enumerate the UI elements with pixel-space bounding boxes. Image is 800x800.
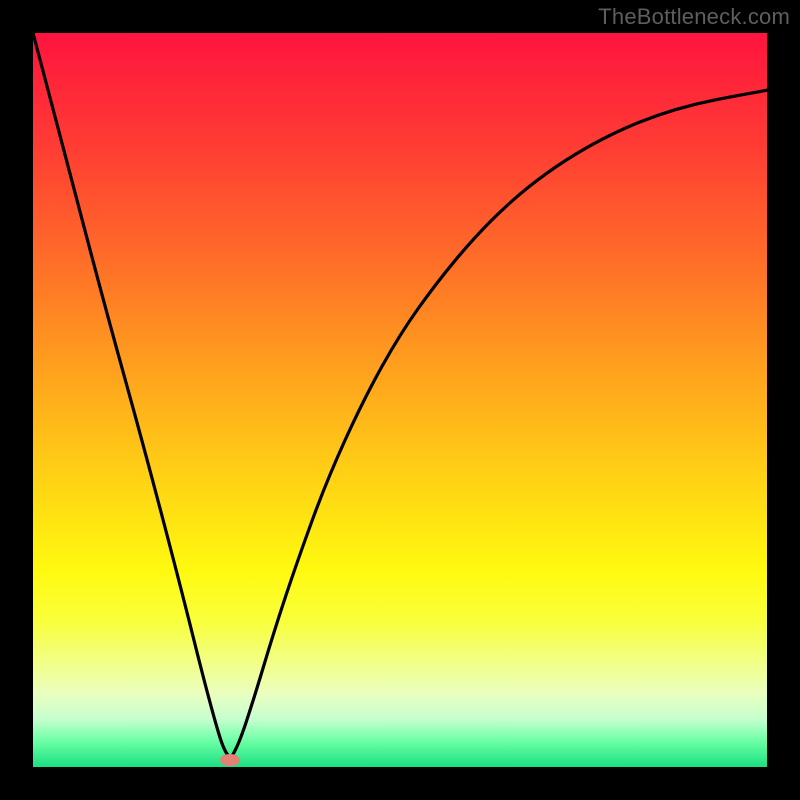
chart-viewport: { "watermark": "TheBottleneck.com", "plo… — [0, 0, 800, 800]
watermark-text: TheBottleneck.com — [598, 4, 790, 30]
plot-background — [33, 33, 767, 767]
bottleneck-chart — [0, 0, 800, 800]
optimal-point-marker — [220, 754, 240, 766]
